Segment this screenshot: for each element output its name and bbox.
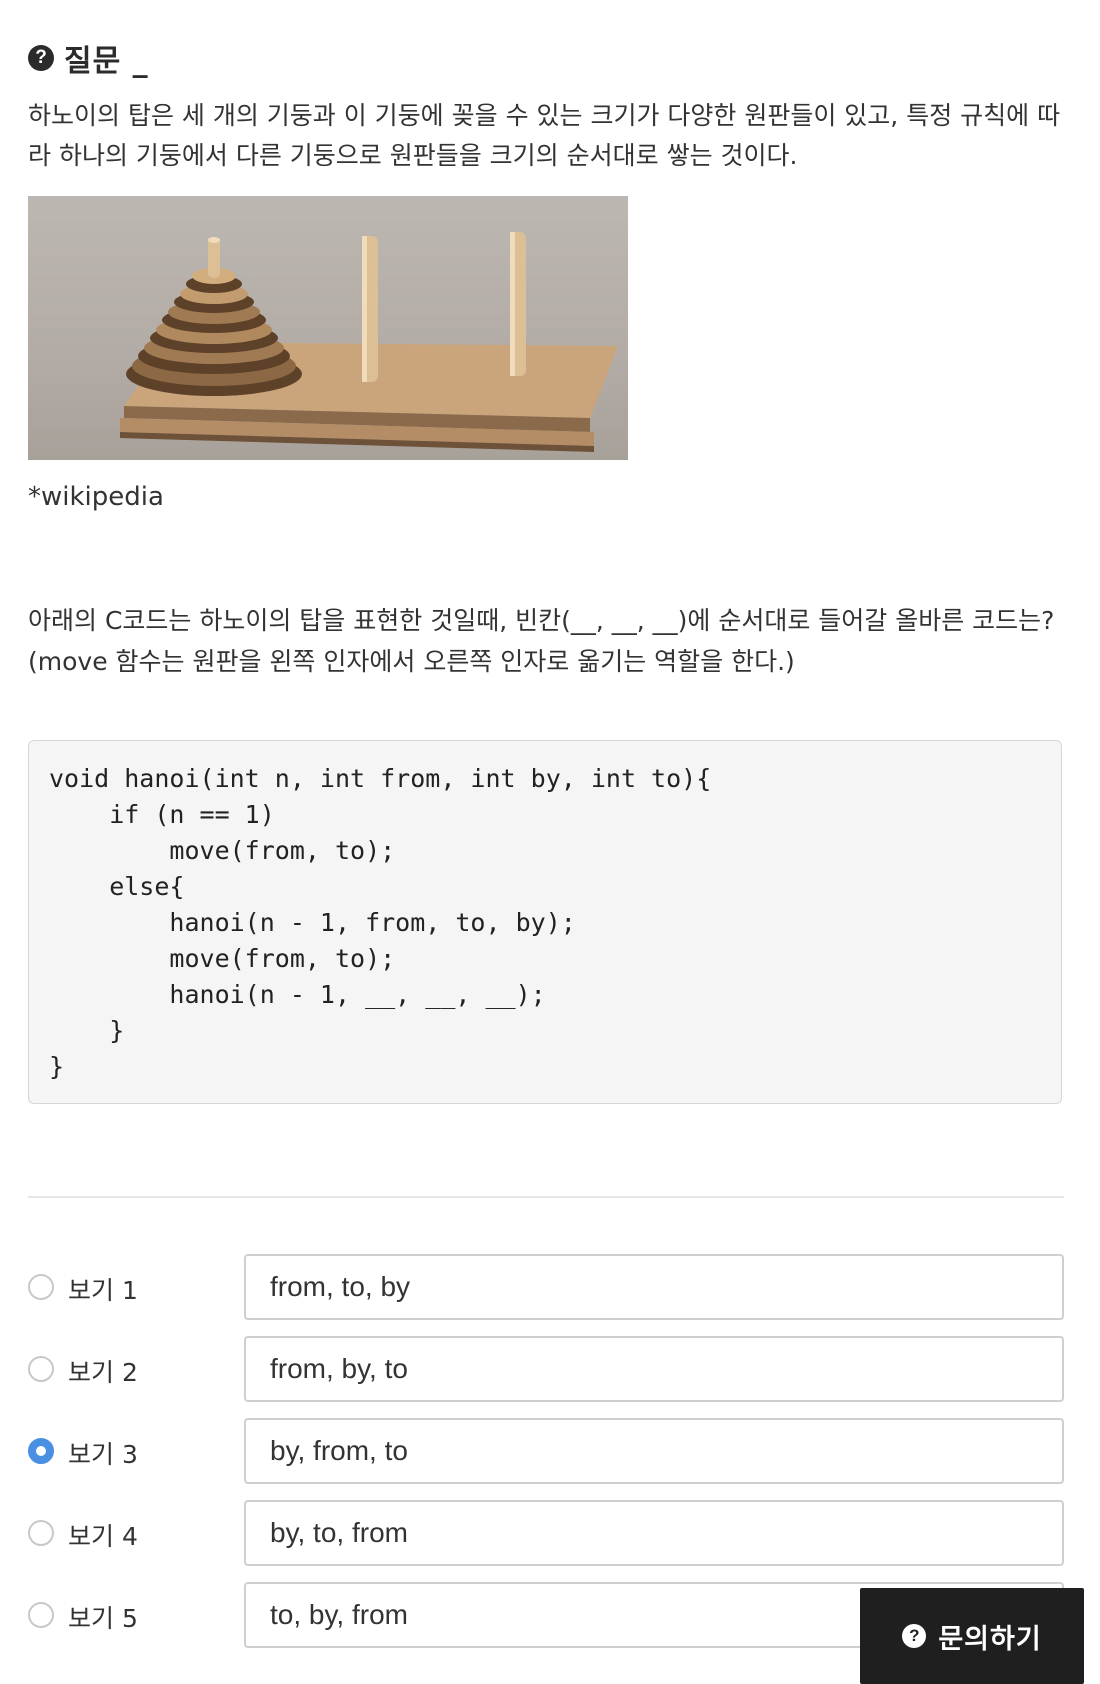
option-5-label: 보기 5	[68, 1604, 138, 1633]
option-1-radio[interactable]	[28, 1274, 54, 1300]
question-title: 질문 _	[64, 44, 149, 79]
option-3[interactable]: 보기 3 by, from, to	[28, 1418, 1064, 1486]
option-2-radio[interactable]	[28, 1356, 54, 1382]
option-3-label: 보기 3	[68, 1440, 138, 1469]
option-4-field[interactable]: by, to, from	[244, 1500, 1064, 1566]
image-caption: *wikipedia	[28, 482, 164, 512]
option-1-field[interactable]: from, to, by	[244, 1254, 1064, 1320]
question-prompt: 아래의 C코드는 하노이의 탑을 표현한 것일때, 빈칸(__, __, __)…	[28, 606, 1055, 676]
question-description: 하노이의 탑은 세 개의 기둥과 이 기둥에 꽂을 수 있는 크기가 다양한 원…	[28, 101, 1061, 170]
option-4-radio[interactable]	[28, 1520, 54, 1546]
option-1-label: 보기 1	[68, 1276, 138, 1305]
option-2[interactable]: 보기 2 from, by, to	[28, 1336, 1064, 1404]
tower-of-hanoi-illustration	[120, 232, 618, 452]
option-1[interactable]: 보기 1 from, to, by	[28, 1254, 1064, 1322]
code-text: void hanoi(int n, int from, int by, int …	[49, 764, 712, 1081]
question-mark-icon: ?	[902, 1624, 927, 1648]
question-mark-icon: ?	[28, 45, 54, 71]
option-3-field[interactable]: by, from, to	[244, 1418, 1064, 1484]
section-divider	[28, 1196, 1064, 1198]
option-2-label: 보기 2	[68, 1358, 138, 1387]
question-header: ? 질문 _	[28, 38, 149, 79]
inquiry-button-label: 문의하기	[938, 1623, 1042, 1655]
option-4[interactable]: 보기 4 by, to, from	[28, 1500, 1064, 1568]
inquiry-button[interactable]: ? 문의하기	[860, 1588, 1084, 1684]
option-2-field[interactable]: from, by, to	[244, 1336, 1064, 1402]
option-4-label: 보기 4	[68, 1522, 138, 1551]
tower-of-hanoi-image	[28, 196, 628, 460]
code-block: void hanoi(int n, int from, int by, int …	[28, 740, 1062, 1104]
option-3-radio[interactable]	[28, 1438, 54, 1464]
option-5-radio[interactable]	[28, 1602, 54, 1628]
